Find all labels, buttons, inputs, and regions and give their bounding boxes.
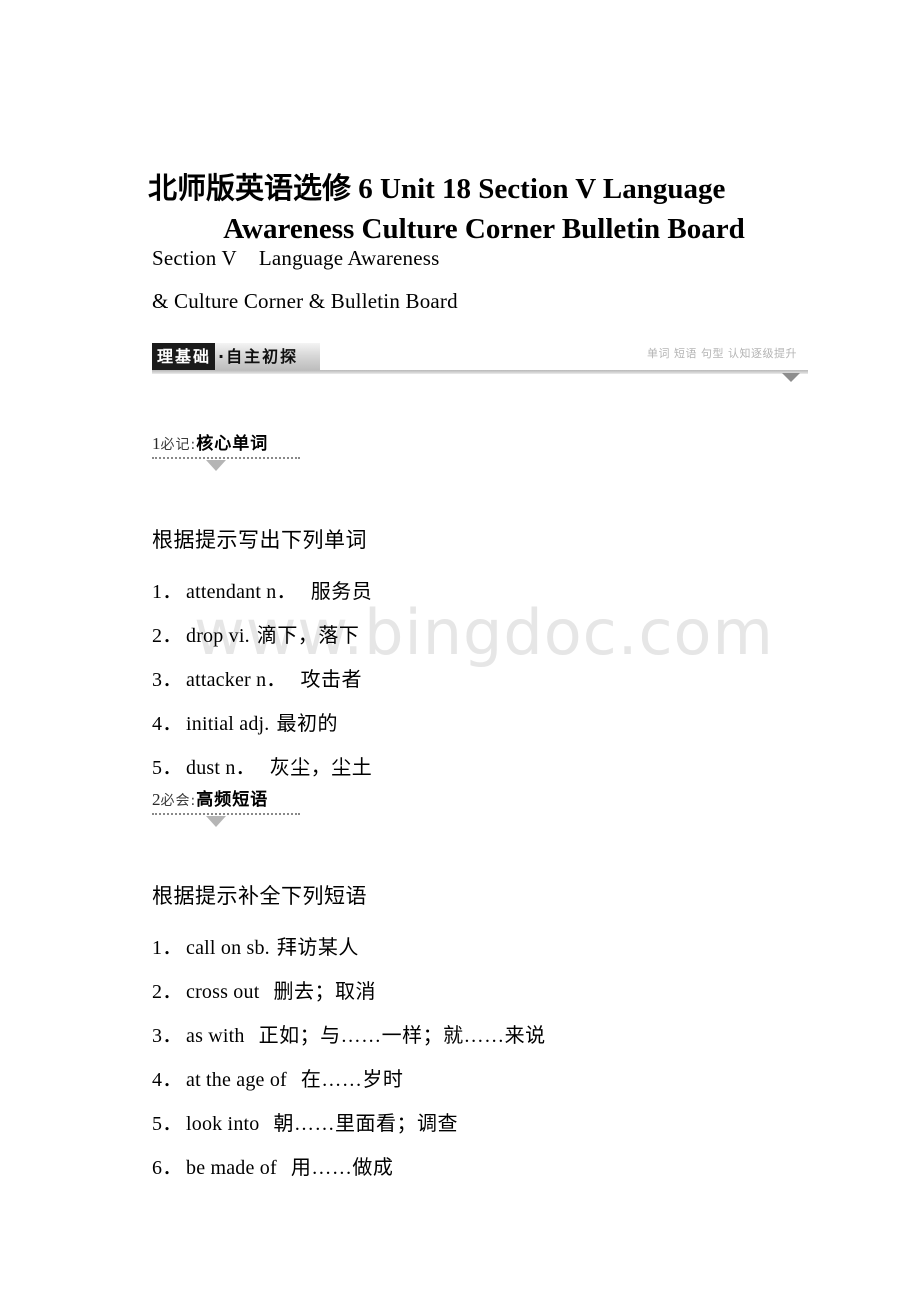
item-english: attendant n．: [186, 581, 297, 603]
vocabulary-list: 1． attendant n． 服务员 2． drop vi. 滴下，落下 3． atta…: [152, 570, 372, 790]
chevron-down-icon: [206, 460, 226, 471]
section-banner: 理基础 ·自主初探 单词 短语 句型 认知逐级提升: [152, 343, 808, 382]
item-english: look into: [186, 1113, 260, 1135]
list-item: 6． be made of 用……做成: [152, 1146, 546, 1190]
list-item: 4． at the age of 在……岁时: [152, 1058, 546, 1102]
item-number: 4．: [152, 713, 183, 735]
chevron-down-icon: [782, 373, 800, 382]
item-english: cross out: [186, 981, 260, 1003]
subsection-2-prompt: 根据提示补全下列短语: [152, 884, 367, 908]
item-chinese: 在……岁时: [300, 1069, 404, 1091]
item-english: at the age of: [186, 1069, 287, 1091]
subsection-2-index: 2: [152, 790, 161, 809]
page-title-line-2: Awareness Culture Corner Bulletin Board: [223, 213, 745, 246]
item-chinese: 用……做成: [290, 1157, 394, 1179]
subsection-1-index: 1: [152, 434, 161, 453]
subsection-header-2: 2必会:高频短语: [152, 788, 382, 830]
subsection-header-2-text: 2必会:高频短语: [152, 788, 268, 813]
subsection-2-dotted-rule: [152, 813, 300, 815]
item-english: initial adj.: [186, 713, 270, 735]
item-number: 4．: [152, 1069, 183, 1091]
item-chinese: 滴下，落下: [256, 625, 360, 647]
banner-dark-label: 理基础: [152, 343, 216, 370]
item-chinese: 朝……里面看；调查: [273, 1113, 458, 1135]
subsection-1-dotted-rule: [152, 457, 300, 459]
list-item: 2． cross out 删去；取消: [152, 970, 546, 1014]
item-chinese: 正如；与……一样；就……来说: [258, 1025, 546, 1047]
subsection-header-1: 1必记:核心单词: [152, 432, 382, 474]
item-number: 3．: [152, 1025, 183, 1047]
banner-tagline: 单词 短语 句型 认知逐级提升: [647, 347, 797, 360]
list-item: 4． initial adj. 最初的: [152, 702, 372, 746]
list-item: 3． as with 正如；与……一样；就……来说: [152, 1014, 546, 1058]
item-chinese: 攻击者: [300, 669, 362, 691]
subsection-1-heading: 核心单词: [196, 434, 269, 454]
item-chinese: 删去；取消: [273, 981, 376, 1003]
item-chinese: 最初的: [276, 713, 338, 735]
item-english: drop vi.: [186, 625, 250, 647]
subsection-2-kicker: 必会: [160, 793, 191, 809]
banner-light-label: ·自主初探: [215, 343, 321, 370]
banner-divider-rule: [152, 370, 808, 374]
chevron-down-icon: [206, 816, 226, 827]
document-page: www.bingdoc.com 北师版英语选修 6 Unit 18 Sectio…: [0, 0, 920, 1302]
item-number: 2．: [152, 625, 183, 647]
item-chinese: 灰尘，尘土: [269, 757, 373, 779]
item-english: as with: [186, 1025, 245, 1047]
item-number: 5．: [152, 757, 183, 779]
item-english: dust n．: [186, 757, 256, 779]
item-number: 5．: [152, 1113, 183, 1135]
subsection-header-1-text: 1必记:核心单词: [152, 432, 268, 457]
phrase-list: 1． call on sb. 拜访某人 2． cross out 删去；取消 3． as …: [152, 926, 546, 1190]
list-item: 2． drop vi. 滴下，落下: [152, 614, 372, 658]
list-item: 1． call on sb. 拜访某人: [152, 926, 546, 970]
list-item: 5． look into 朝……里面看；调查: [152, 1102, 546, 1146]
page-title-line-1: 北师版英语选修 6 Unit 18 Section V Language: [148, 173, 726, 206]
subsection-1-prompt: 根据提示写出下列单词: [152, 528, 367, 552]
item-number: 2．: [152, 981, 183, 1003]
subsection-2-heading: 高频短语: [196, 790, 269, 810]
page-title: 北师版英语选修 6 Unit 18 Section V Language Awa…: [148, 169, 820, 249]
item-english: attacker n．: [186, 669, 287, 691]
section-subtitle-line-1: Section V Language Awareness: [152, 245, 440, 272]
list-item: 5． dust n． 灰尘，尘土: [152, 746, 372, 790]
section-subtitle-line-2: & Culture Corner & Bulletin Board: [152, 289, 458, 313]
section-label: Section V: [152, 246, 237, 270]
item-number: 6．: [152, 1157, 183, 1179]
item-number: 1．: [152, 937, 183, 959]
item-chinese: 服务员: [310, 581, 373, 603]
item-number: 1．: [152, 581, 183, 603]
item-english: be made of: [186, 1157, 277, 1179]
item-number: 3．: [152, 669, 183, 691]
list-item: 1． attendant n． 服务员: [152, 570, 372, 614]
banner-bar: 理基础 ·自主初探: [152, 343, 321, 370]
subsection-1-kicker: 必记: [160, 437, 191, 453]
section-topic: Language Awareness: [258, 246, 440, 270]
list-item: 3． attacker n． 攻击者: [152, 658, 372, 702]
item-english: call on sb.: [186, 937, 270, 959]
item-chinese: 拜访某人: [276, 937, 359, 959]
